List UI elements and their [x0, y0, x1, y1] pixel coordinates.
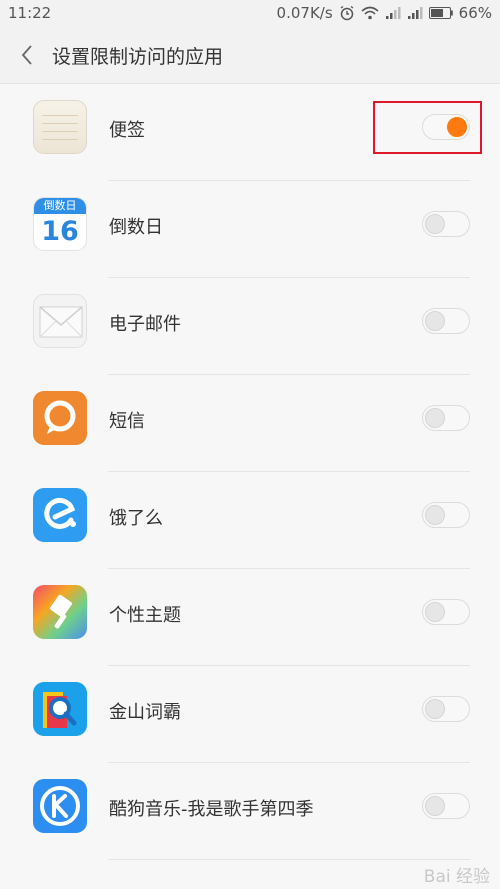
dictionary-icon: [33, 682, 87, 736]
back-button[interactable]: [18, 43, 38, 67]
toggle-knob: [425, 311, 445, 331]
calendar-icon-header: 倒数日: [34, 198, 86, 214]
mail-icon: [33, 294, 87, 348]
app-list: 便签 倒数日 16 倒数日 电子邮件 短信 饿了么 个性主题 金山词霸 酷狗音乐…: [0, 84, 500, 860]
toggle-switch[interactable]: [422, 405, 470, 431]
page-title: 设置限制访问的应用: [52, 46, 224, 68]
highlight-annotation-box: [373, 101, 482, 154]
app-label: 个性主题: [109, 605, 181, 626]
chevron-left-icon: [21, 45, 32, 65]
watermark: Bai 经验: [423, 867, 490, 887]
calendar-icon: 倒数日 16: [33, 197, 87, 251]
battery-icon: [428, 7, 453, 19]
alarm-icon: [340, 5, 354, 21]
app-label: 便签: [109, 120, 145, 141]
app-label: 电子邮件: [109, 314, 181, 335]
toggle-switch[interactable]: [422, 599, 470, 625]
signal-icon: [385, 7, 401, 19]
kugou-icon: [33, 779, 87, 833]
list-item-sms[interactable]: 短信: [0, 375, 500, 472]
app-label: 短信: [109, 411, 145, 432]
toggle-knob: [425, 699, 445, 719]
header: 设置限制访问的应用: [0, 26, 500, 84]
calendar-icon-number: 16: [41, 216, 79, 247]
status-bar: 11:22 0.07K/s 66%: [0, 0, 500, 26]
app-label: 饿了么: [109, 508, 163, 529]
list-item-eleme[interactable]: 饿了么: [0, 472, 500, 569]
toggle-knob: [425, 408, 445, 428]
network-speed: 0.07K/s: [276, 4, 333, 22]
signal-icon: [407, 7, 423, 19]
battery-percent: 66%: [458, 4, 492, 22]
toggle-knob: [425, 602, 445, 622]
wifi-icon: [361, 6, 379, 20]
notes-icon: [33, 100, 87, 154]
theme-icon: [33, 585, 87, 639]
sms-icon: [33, 391, 87, 445]
toggle-knob: [425, 505, 445, 525]
divider: [108, 859, 470, 860]
toggle-switch[interactable]: [422, 696, 470, 722]
toggle-knob: [425, 796, 445, 816]
list-item-email[interactable]: 电子邮件: [0, 278, 500, 375]
toggle-switch[interactable]: [422, 308, 470, 334]
app-label: 金山词霸: [109, 702, 181, 723]
toggle-switch[interactable]: [422, 502, 470, 528]
list-item-theme[interactable]: 个性主题: [0, 569, 500, 666]
list-item-kugou[interactable]: 酷狗音乐-我是歌手第四季: [0, 763, 500, 860]
eleme-icon: [33, 488, 87, 542]
list-item-dictionary[interactable]: 金山词霸: [0, 666, 500, 763]
app-label: 倒数日: [109, 217, 163, 238]
toggle-knob: [425, 214, 445, 234]
list-item-countdown[interactable]: 倒数日 16 倒数日: [0, 181, 500, 278]
toggle-switch[interactable]: [422, 793, 470, 819]
app-label: 酷狗音乐-我是歌手第四季: [109, 799, 314, 820]
status-time: 11:22: [8, 4, 52, 22]
toggle-switch[interactable]: [422, 211, 470, 237]
